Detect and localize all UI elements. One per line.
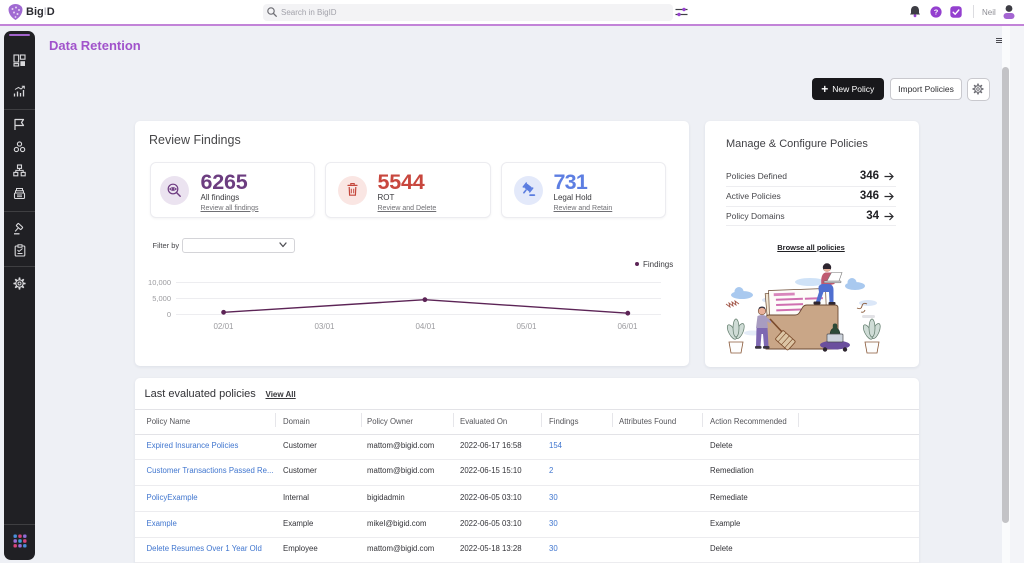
svg-text:?: ?: [934, 7, 939, 16]
